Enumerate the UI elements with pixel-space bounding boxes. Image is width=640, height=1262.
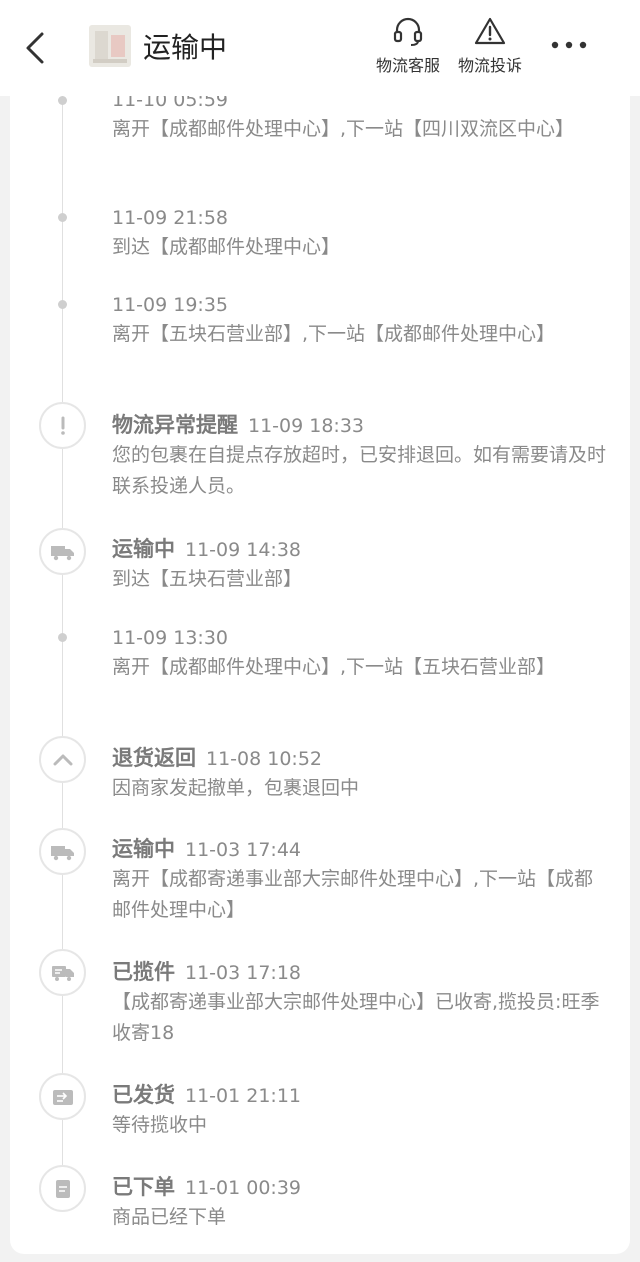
warning-icon [474,17,506,45]
event-description: 商品已经下单 [112,1206,227,1228]
pickup-truck-icon [51,965,74,981]
timeline-dot [58,300,67,309]
event-description: 到达【五块石营业部】 [112,568,303,590]
timeline-event: 运输中 11-09 14:38 到达【五块石营业部】 [112,535,612,595]
event-description: 离开【成都邮件处理中心】,下一站【五块石营业部】 [112,656,556,678]
timeline-dot [58,96,67,105]
product-thumbnail[interactable] [89,25,131,67]
in-transit-status-badge [39,828,86,875]
exclamation-icon [60,416,65,435]
timeline-dot [58,633,67,642]
event-status: 运输中 [112,537,175,561]
event-description: 等待揽收中 [112,1114,208,1136]
truck-icon [50,845,74,860]
order-doc-icon [55,1179,70,1198]
picked-up-status-badge [39,949,86,996]
ordered-status-badge [39,1165,86,1212]
event-status: 已发货 [112,1083,175,1107]
timeline-event: 已下单 11-01 00:39 商品已经下单 [112,1173,612,1233]
event-description: 离开【成都寄递事业部大宗邮件处理中心】,下一站【成都邮件处理中心】 [112,868,594,921]
logistics-complaint-button[interactable]: 物流投诉 [450,16,530,80]
event-status: 物流异常提醒 [112,413,238,437]
timeline-event: 退货返回 11-08 10:52 因商家发起撤单，包裹退回中 [112,744,612,804]
event-status: 运输中 [112,837,175,861]
event-description: 离开【五块石营业部】,下一站【成都邮件处理中心】 [112,323,556,345]
chevron-up-icon [53,754,72,765]
event-time: 11-01 00:39 [185,1177,302,1199]
page-title: 运输中 [143,31,228,64]
event-description: 因商家发起撤单，包裹退回中 [112,777,360,799]
truck-icon [50,545,74,560]
shipped-box-icon [52,1089,73,1105]
timeline-event: 运输中 11-03 17:44 离开【成都寄递事业部大宗邮件处理中心】,下一站【成… [112,835,612,926]
event-time: 11-09 21:58 [112,207,229,229]
timeline-dot [58,213,67,222]
timeline-event: 已揽件 11-03 17:18 【成都寄递事业部大宗邮件处理中心】已收寄,揽投员:… [112,958,612,1049]
timeline-event: 11-09 13:30 离开【成都邮件处理中心】,下一站【五块石营业部】 [112,624,612,683]
event-description: 【成都寄递事业部大宗邮件处理中心】已收寄,揽投员:旺季收寄18 [112,991,600,1044]
headset-icon [393,17,423,46]
event-time: 11-08 10:52 [206,748,323,770]
return-status-badge [39,736,86,783]
timeline-event: 11-09 21:58 到达【成都邮件处理中心】 [112,204,612,263]
event-status: 退货返回 [112,746,196,770]
shipped-status-badge [39,1073,86,1120]
logistics-timeline: 11-10 05:59 离开【成都邮件处理中心】,下一站【四川双流区中心】 11… [10,76,630,1254]
event-description: 到达【成都邮件处理中心】 [112,236,341,258]
event-time: 11-03 17:18 [185,962,302,984]
event-time: 11-09 19:35 [112,294,229,316]
logistics-service-button[interactable]: 物流客服 [368,16,448,80]
timeline-event: 已发货 11-01 21:11 等待揽收中 [112,1081,612,1141]
event-time: 11-09 14:38 [185,539,302,561]
logistics-complaint-label: 物流投诉 [457,56,522,75]
event-status: 已下单 [112,1175,175,1199]
in-transit-status-badge [39,528,86,575]
event-description: 离开【成都邮件处理中心】,下一站【四川双流区中心】 [112,118,575,140]
event-description: 您的包裹在自提点存放超时，已安排退回。如有需要请及时联系投递人员。 [112,444,607,497]
timeline-event: 11-09 19:35 离开【五块石营业部】,下一站【成都邮件处理中心】 [112,291,612,350]
more-options-icon[interactable] [548,34,590,56]
top-bar: 运输中 物流客服 物流投诉 [0,0,640,96]
exception-status-badge [39,402,86,449]
timeline-event: 物流异常提醒 11-09 18:33 您的包裹在自提点存放超时，已安排退回。如有需… [112,411,612,502]
event-time: 11-01 21:11 [185,1085,302,1107]
event-time: 11-03 17:44 [185,839,302,861]
event-time: 11-09 18:33 [248,415,365,437]
event-time: 11-09 13:30 [112,627,229,649]
event-status: 已揽件 [112,960,175,984]
back-arrow-icon[interactable] [20,28,50,68]
logistics-service-label: 物流客服 [375,56,440,75]
